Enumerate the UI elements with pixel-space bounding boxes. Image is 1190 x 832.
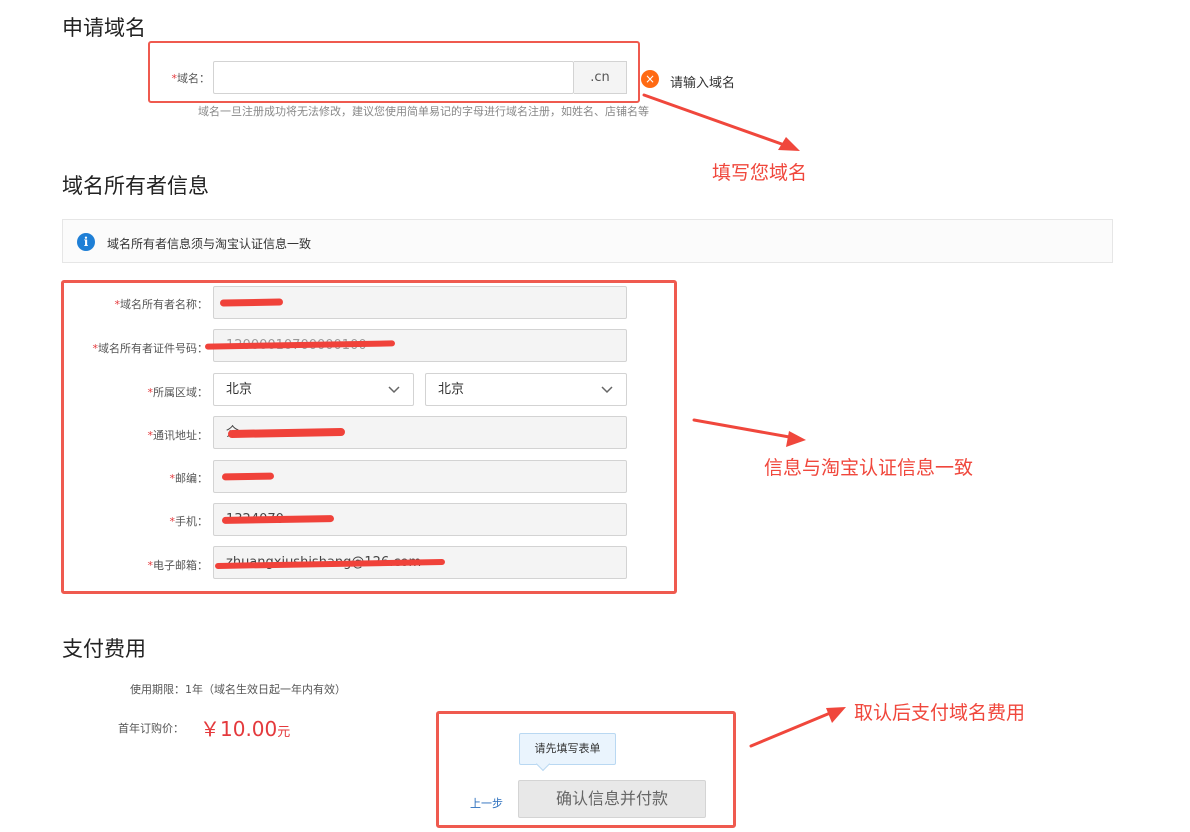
owner-notice-text: 域名所有者信息须与淘宝认证信息一致 (107, 237, 312, 251)
owner-annotation: 信息与淘宝认证信息一致 (764, 457, 974, 479)
payment-section-title: 支付费用 (62, 637, 146, 661)
domain-error-text: 请输入域名 (670, 76, 736, 91)
period-label: 使用期限： (130, 683, 185, 696)
period-row: 使用期限：1年（域名生效日起一年内有效） (130, 681, 346, 697)
owner-highlight-box (61, 280, 677, 594)
domain-annotation: 填写您域名 (712, 162, 808, 184)
payment-annotation: 取认后支付域名费用 (854, 702, 1026, 724)
close-icon: × (641, 70, 659, 88)
price-display: ￥10.00元 (200, 713, 290, 742)
owner-section-title: 域名所有者信息 (62, 174, 209, 198)
period-value: 1年（域名生效日起一年内有效） (185, 683, 346, 696)
arrow-icon (692, 418, 806, 447)
arrow-icon (749, 707, 846, 748)
owner-notice: i 域名所有者信息须与淘宝认证信息一致 (62, 219, 1113, 263)
domain-hint: 域名一旦注册成功将无法修改，建议您使用简单易记的字母进行域名注册，如姓名、店铺名… (198, 105, 649, 118)
price-value: ￥10.00 (200, 717, 278, 741)
info-icon: i (77, 233, 95, 251)
domain-highlight-box (148, 41, 640, 103)
price-label: 首年订购价： (118, 722, 184, 735)
payment-highlight-box (436, 711, 736, 828)
domain-section-title: 申请域名 (62, 16, 146, 40)
arrow-icon (642, 93, 800, 151)
price-unit: 元 (277, 725, 291, 740)
